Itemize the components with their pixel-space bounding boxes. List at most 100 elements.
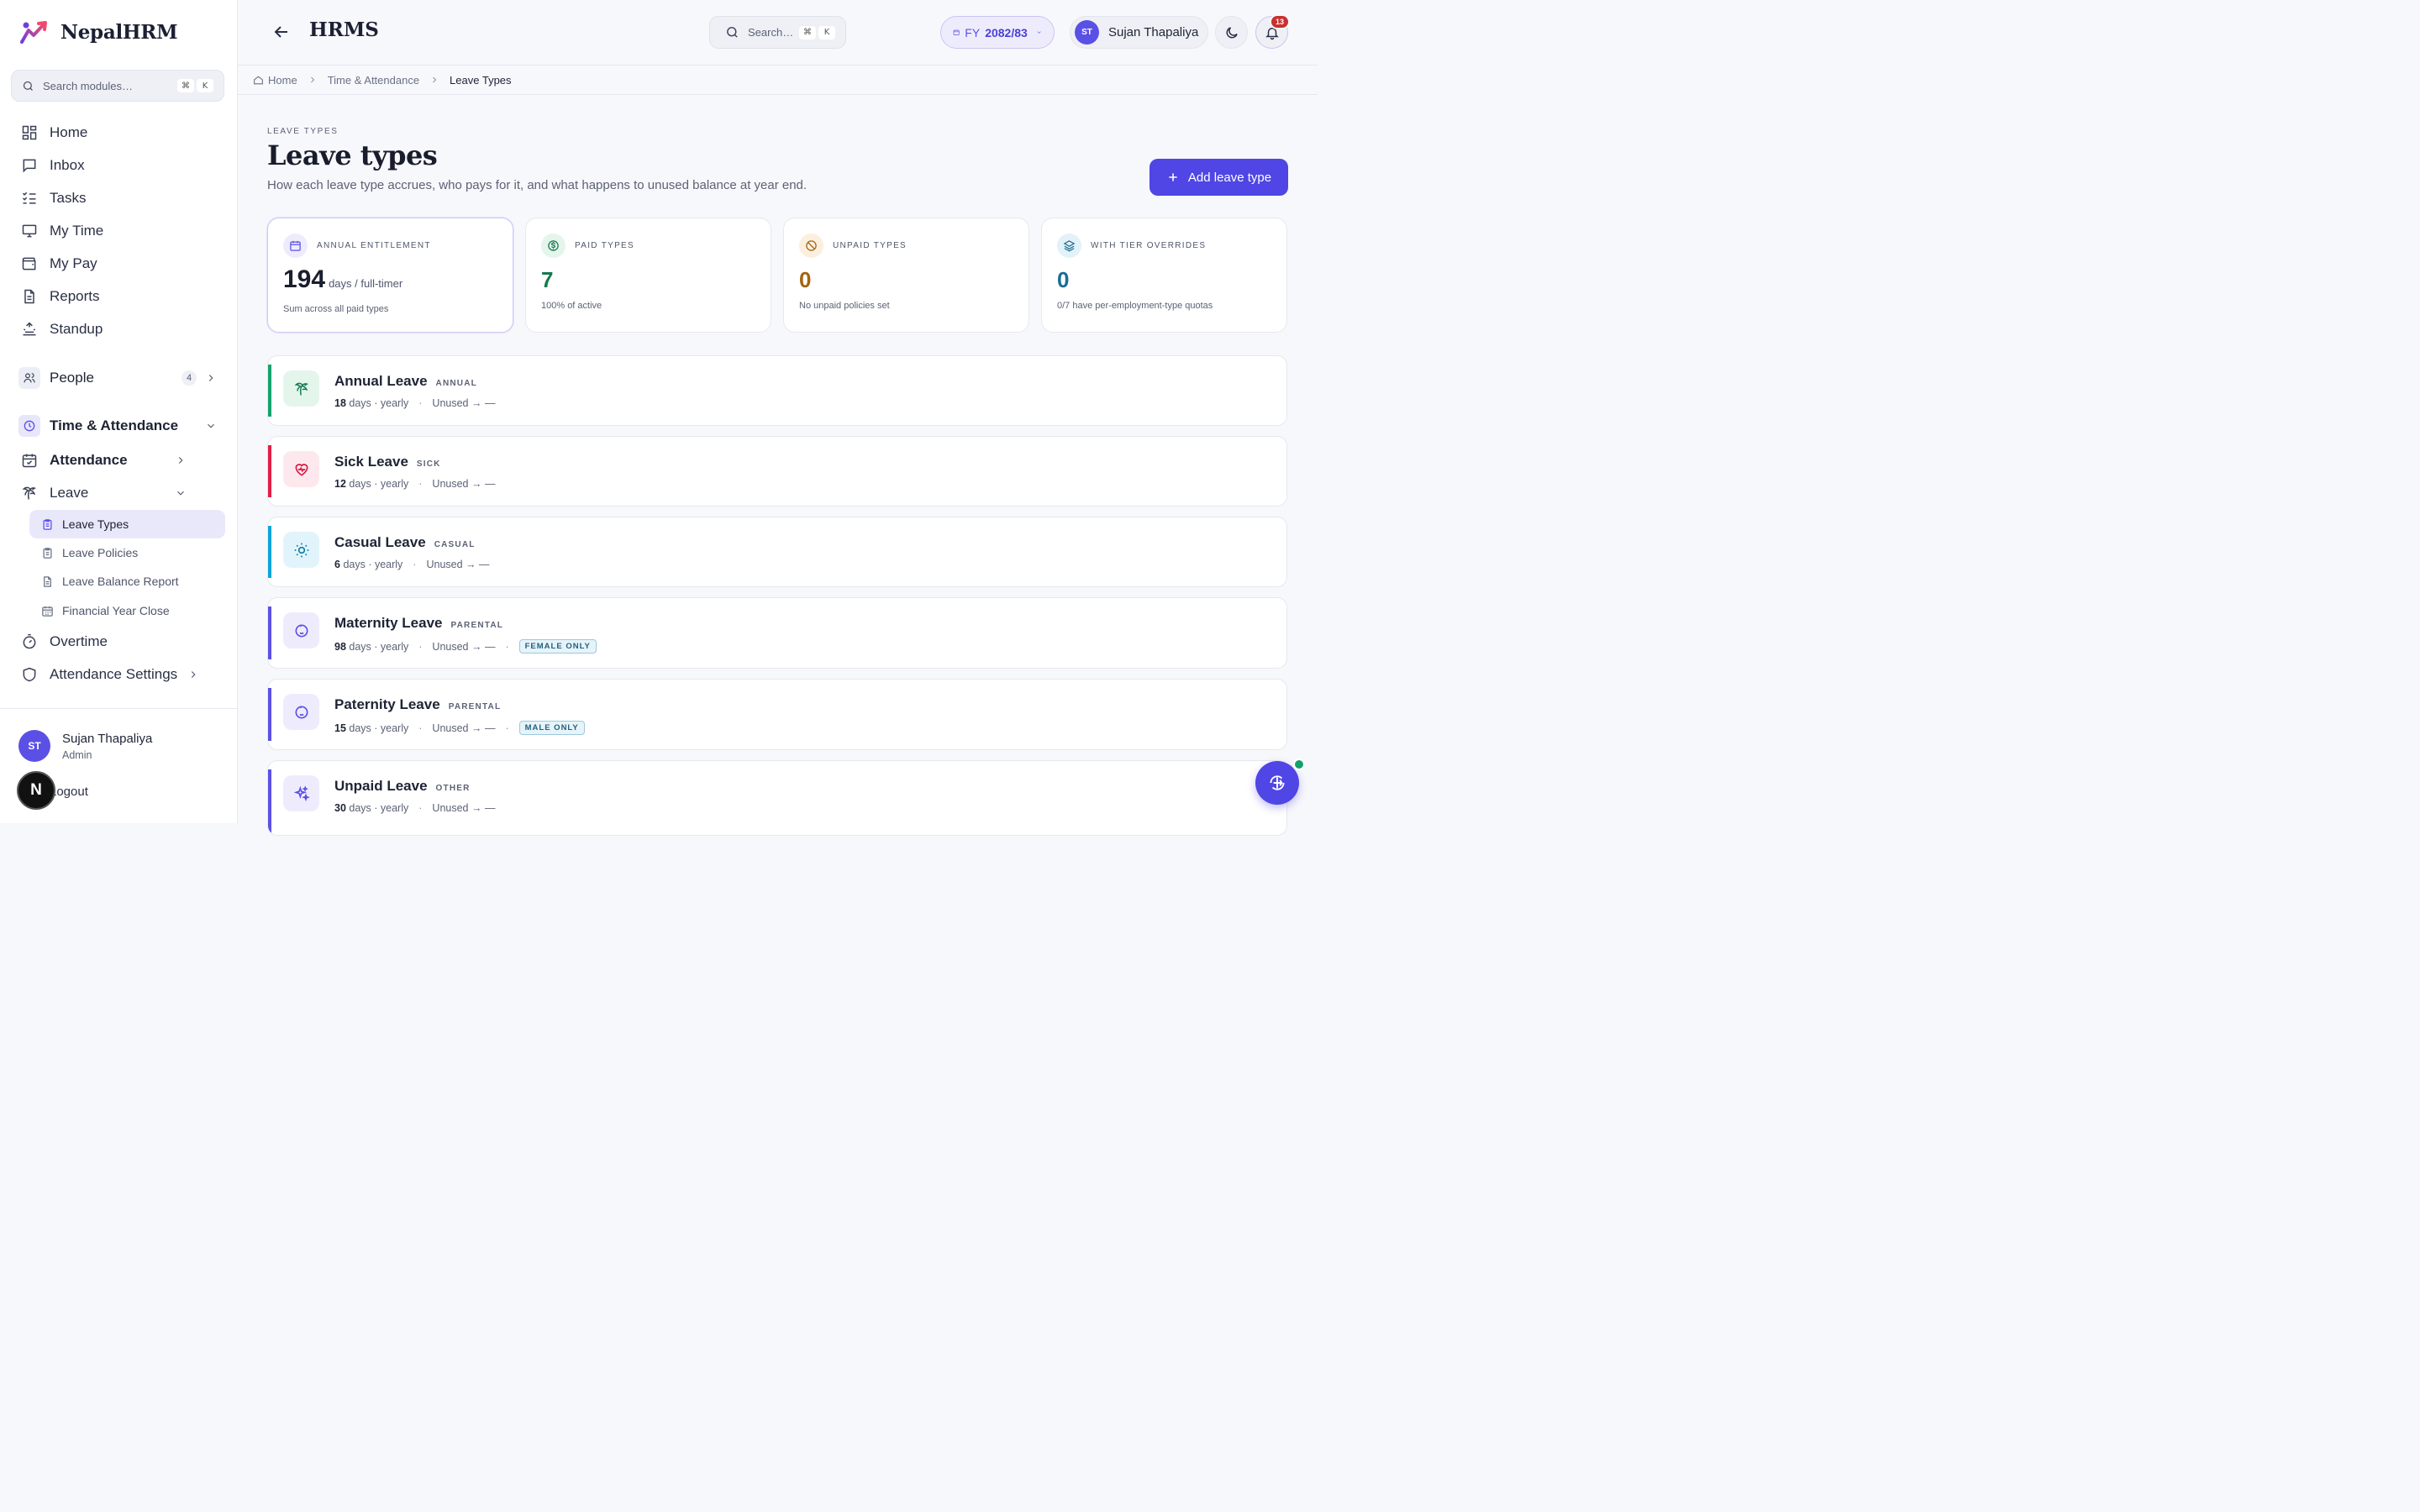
- sidebar-user-name: Sujan Thapaliya: [62, 732, 153, 746]
- message-square-icon: [23, 159, 36, 173]
- eligibility-badge: FEMALE ONLY: [518, 639, 597, 654]
- sidebar-item-overtime[interactable]: Overtime: [18, 627, 229, 656]
- sidebar-item-my-time[interactable]: My Time: [18, 217, 229, 245]
- sidebar-item-my-pay[interactable]: My Pay: [18, 249, 229, 278]
- module-search-input[interactable]: Search modules… ⌘ K: [11, 70, 224, 102]
- sun-icon: [294, 543, 308, 557]
- sidebar-subitem-label: Leave Balance Report: [62, 575, 179, 588]
- people-count-badge: 4: [182, 370, 197, 386]
- search-icon: [23, 81, 33, 91]
- clock-icon: [24, 420, 35, 432]
- leave-type-name: Annual Leave: [334, 373, 428, 389]
- home-icon: [254, 75, 263, 84]
- user-menu-button[interactable]: ST Sujan Thapaliya: [1070, 16, 1208, 49]
- leave-type-unused: Unused → —: [432, 478, 496, 490]
- dev-tools-badge[interactable]: N: [17, 771, 55, 810]
- theme-toggle-button[interactable]: [1215, 16, 1248, 49]
- breadcrumb-home-link[interactable]: Home: [268, 74, 297, 87]
- brand-logo-icon: [20, 21, 47, 44]
- stat-card-unpaid-types[interactable]: UNPAID TYPES 0 No unpaid policies set: [783, 218, 1029, 333]
- leave-type-days: 12: [334, 478, 346, 490]
- calendar-check-icon: [22, 454, 37, 468]
- sidebar-item-label: Overtime: [50, 633, 108, 649]
- notifications-button[interactable]: 13: [1255, 14, 1290, 49]
- assistant-chat-button[interactable]: [1255, 761, 1299, 805]
- top-bar: HRMS Search… ⌘ K FY 2082/83 ST Sujan Tha…: [238, 0, 1318, 66]
- file-text-icon: [24, 289, 34, 304]
- sidebar-item-label: My Time: [50, 223, 104, 239]
- clipboard-list-icon: [43, 518, 52, 530]
- leave-type-days: 98: [334, 640, 346, 653]
- leave-type-days: 18: [334, 397, 346, 409]
- calendar-icon: [953, 29, 960, 35]
- stat-card-annual-entitlement[interactable]: ANNUAL ENTITLEMENT 194 days / full-timer …: [267, 218, 513, 333]
- sidebar-subitem-financial-year-close[interactable]: Financial Year Close: [29, 596, 225, 625]
- breadcrumb-current: Leave Types: [450, 73, 512, 87]
- sidebar-item-leave[interactable]: Leave: [18, 479, 229, 507]
- leave-type-days: 30: [334, 802, 346, 814]
- clipboard-list-icon: [43, 547, 52, 559]
- leave-type-frequency: days · yearly: [349, 640, 409, 653]
- stat-label: PAID TYPES: [575, 241, 634, 250]
- sidebar-item-attendance-settings[interactable]: Attendance Settings: [18, 660, 229, 689]
- sidebar-item-standup[interactable]: Standup: [18, 315, 229, 344]
- global-search-input[interactable]: Search… ⌘ K: [709, 16, 846, 49]
- sidebar-item-label: Inbox: [50, 157, 85, 173]
- plus-icon: [1169, 173, 1177, 181]
- monitor-icon: [22, 224, 37, 238]
- add-leave-type-label: Add leave type: [1187, 170, 1272, 185]
- sidebar-item-reports[interactable]: Reports: [18, 282, 229, 311]
- row-accent-bar: [268, 526, 271, 578]
- leave-type-row-maternity[interactable]: Maternity Leave PARENTAL 98 days · yearly…: [267, 597, 1287, 669]
- users-icon: [24, 373, 35, 383]
- page-title: Leave types: [267, 139, 438, 171]
- leave-type-name: Sick Leave: [334, 454, 408, 470]
- sidebar-subitem-leave-balance-report[interactable]: Leave Balance Report: [29, 567, 225, 596]
- stat-label: UNPAID TYPES: [833, 241, 908, 250]
- fiscal-year-selector[interactable]: FY 2082/83: [940, 16, 1055, 49]
- sidebar-item-attendance[interactable]: Attendance: [18, 446, 229, 475]
- leave-type-frequency: days · yearly: [349, 397, 409, 409]
- add-leave-type-button[interactable]: Add leave type: [1150, 159, 1288, 196]
- sidebar-item-time-attendance[interactable]: Time & Attendance: [18, 412, 229, 440]
- arrow-left-icon: [274, 26, 287, 38]
- chevron-right-icon: [192, 671, 196, 678]
- leave-type-row-sick[interactable]: Sick Leave SICK 12 days · yearly · Unused →…: [267, 436, 1287, 507]
- sidebar-item-label: Leave: [50, 485, 89, 501]
- palm-tree-icon: [294, 382, 308, 396]
- leave-type-row-unpaid[interactable]: Unpaid Leave OTHER 30 days · yearly · Unuse…: [267, 760, 1287, 836]
- sidebar-item-label: Standup: [50, 321, 103, 337]
- sidebar-item-home[interactable]: Home: [18, 118, 229, 147]
- leave-type-frequency: days · yearly: [343, 559, 403, 570]
- leave-type-row-paternity[interactable]: Paternity Leave PARENTAL 15 days · yearly…: [267, 679, 1287, 750]
- baby-icon: [295, 624, 308, 637]
- leave-type-name: Paternity Leave: [334, 696, 440, 712]
- stat-label: WITH TIER OVERRIDES: [1091, 241, 1207, 250]
- list-checks-icon: [22, 192, 36, 204]
- stat-subtext: 0/7 have per-employment-type quotas: [1057, 301, 1213, 311]
- brand[interactable]: NepalHRM: [18, 18, 178, 45]
- row-accent-bar: [268, 688, 271, 741]
- shortcut-key-cmd: ⌘: [799, 25, 816, 39]
- stat-subtext: No unpaid policies set: [799, 301, 890, 311]
- sidebar-subitem-leave-types[interactable]: Leave Types: [29, 510, 225, 538]
- avatar[interactable]: ST: [18, 730, 50, 762]
- stat-card-paid-types[interactable]: PAID TYPES 7 100% of active: [525, 218, 771, 333]
- sidebar-item-tasks[interactable]: Tasks: [18, 184, 229, 213]
- row-accent-bar: [268, 769, 271, 835]
- ban-icon: [806, 240, 817, 251]
- leave-type-category: OTHER: [435, 784, 471, 793]
- sidebar-item-inbox[interactable]: Inbox: [18, 151, 229, 180]
- sidebar-subitem-leave-policies[interactable]: Leave Policies: [29, 538, 225, 567]
- breadcrumb: Home Time & Attendance Leave Types: [238, 66, 1318, 95]
- stat-value: 194: [283, 265, 326, 293]
- leave-type-name: Unpaid Leave: [334, 778, 428, 794]
- stat-unit: days / full-timer: [329, 277, 403, 290]
- back-button[interactable]: [271, 22, 292, 46]
- sidebar-item-people[interactable]: People 4: [18, 364, 229, 392]
- stat-card-tier-overrides[interactable]: WITH TIER OVERRIDES 0 0/7 have per-emplo…: [1041, 218, 1287, 333]
- sidebar-subitem-label: Financial Year Close: [62, 604, 170, 617]
- leave-type-row-annual[interactable]: Annual Leave ANNUAL 18 days · yearly · Unus…: [267, 355, 1287, 426]
- leave-type-row-casual[interactable]: Casual Leave CASUAL 6 days · yearly · Unuse…: [267, 517, 1287, 587]
- breadcrumb-parent-link[interactable]: Time & Attendance: [328, 74, 419, 87]
